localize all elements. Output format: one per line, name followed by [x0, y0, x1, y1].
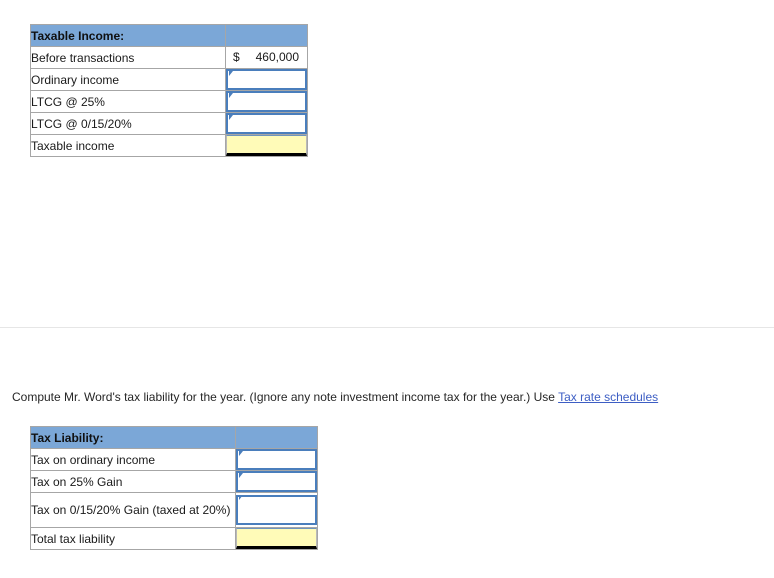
input-cell-tax-on-25-gain[interactable] [235, 470, 318, 493]
input-cell-tax-on-ordinary-income[interactable] [235, 448, 318, 471]
taxable-income-header-blank [225, 24, 308, 47]
table-row: Taxable income [30, 134, 308, 157]
table-header-row: Tax Liability: [30, 426, 318, 449]
input-ordinary-income[interactable] [226, 69, 307, 90]
input-tax-on-ordinary-income[interactable] [236, 449, 317, 470]
row-label-taxable-income-total: Taxable income [30, 134, 226, 157]
currency-symbol: $ [233, 50, 240, 64]
total-cell-tax-liability [235, 527, 318, 550]
input-cell-ltcg-25[interactable] [225, 90, 308, 113]
input-ltcg-25[interactable] [226, 91, 307, 112]
total-value-taxable-income [226, 135, 307, 156]
table-row: Tax on ordinary income [30, 448, 318, 471]
input-cell-ltcg-0-15-20[interactable] [225, 112, 308, 135]
total-cell-taxable-income [225, 134, 308, 157]
table-row: Tax on 0/15/20% Gain (taxed at 20%) [30, 492, 318, 528]
input-ltcg-0-15-20[interactable] [226, 113, 307, 134]
tax-rate-schedules-link[interactable]: Tax rate schedules [558, 390, 658, 404]
prompt-text: Compute Mr. Word's tax liability for the… [12, 390, 559, 404]
table-row: LTCG @ 25% [30, 90, 308, 113]
section-divider [0, 327, 774, 328]
input-cell-ordinary-income[interactable] [225, 68, 308, 91]
tax-liability-header-blank [235, 426, 318, 449]
table-row: LTCG @ 0/15/20% [30, 112, 308, 135]
tax-liability-header-label: Tax Liability: [30, 426, 236, 449]
table-row: Before transactions $ 460,000 [30, 46, 308, 69]
row-label-ltcg-25: LTCG @ 25% [30, 90, 226, 113]
value-before-transactions: $ 460,000 [225, 46, 308, 69]
taxable-income-table: Taxable Income: Before transactions $ 46… [30, 24, 308, 157]
row-label-tax-on-25-gain: Tax on 25% Gain [30, 470, 236, 493]
question-prompt: Compute Mr. Word's tax liability for the… [12, 389, 762, 405]
input-cell-tax-on-0-15-20-gain[interactable] [235, 492, 318, 528]
tax-liability-table: Tax Liability: Tax on ordinary income Ta… [30, 426, 318, 550]
table-row: Ordinary income [30, 68, 308, 91]
row-label-before-transactions: Before transactions [30, 46, 226, 69]
table-row: Total tax liability [30, 527, 318, 550]
row-label-ltcg-0-15-20: LTCG @ 0/15/20% [30, 112, 226, 135]
row-label-tax-on-0-15-20-gain: Tax on 0/15/20% Gain (taxed at 20%) [30, 492, 236, 528]
table-header-row: Taxable Income: [30, 24, 308, 47]
row-label-ordinary-income: Ordinary income [30, 68, 226, 91]
row-label-total-tax-liability: Total tax liability [30, 527, 236, 550]
input-tax-on-0-15-20-gain[interactable] [236, 495, 317, 525]
total-value-tax-liability [236, 528, 317, 549]
taxable-income-header-label: Taxable Income: [30, 24, 226, 47]
input-tax-on-25-gain[interactable] [236, 471, 317, 492]
amount-before-transactions: 460,000 [255, 50, 299, 64]
row-label-tax-on-ordinary-income: Tax on ordinary income [30, 448, 236, 471]
table-row: Tax on 25% Gain [30, 470, 318, 493]
